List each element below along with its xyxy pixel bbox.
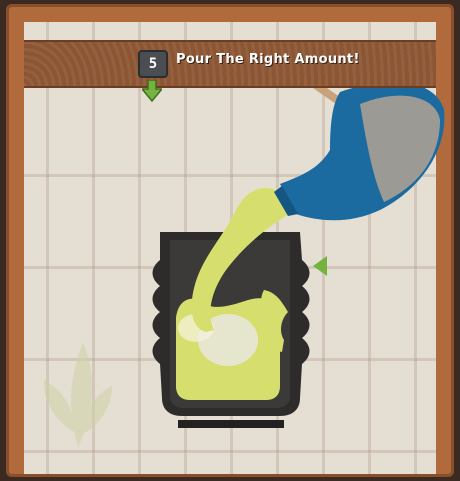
instruction-title: Pour The Right Amount! — [176, 52, 360, 67]
cup-base — [178, 420, 284, 428]
kettle — [274, 72, 445, 221]
down-arrow-icon — [142, 80, 162, 102]
side-arrow-icon — [313, 256, 327, 276]
pour-count-badge: 5 — [138, 50, 168, 78]
